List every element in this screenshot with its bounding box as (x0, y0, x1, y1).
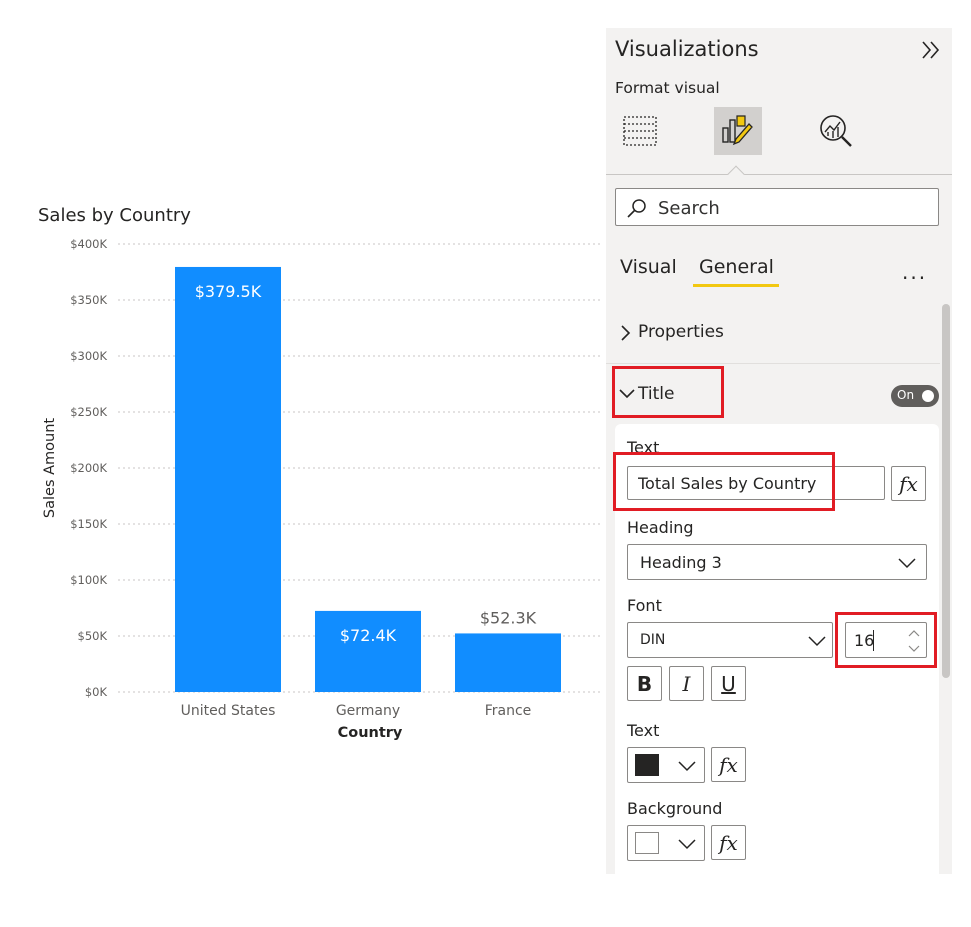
bar[interactable] (455, 633, 561, 692)
chevron-down-icon (678, 839, 696, 850)
toggle-knob (922, 390, 934, 402)
text-color-fx-button[interactable]: fx (711, 747, 746, 782)
font-family-value: DIN (640, 632, 666, 648)
tab-divider (606, 174, 952, 175)
column-chart-visual[interactable]: Sales by Country $0K $50K $100K $150K $200K $… (0, 0, 600, 927)
magnifier-chart-icon (820, 115, 852, 147)
heading-label: Heading (627, 518, 694, 537)
font-label: Font (627, 596, 662, 615)
more-options-button[interactable]: ... (902, 260, 927, 284)
x-axis-title: Country (338, 725, 403, 741)
bold-button[interactable]: B (627, 666, 662, 701)
y-axis-title: Sales Amount (42, 418, 58, 518)
chart-svg: $0K $50K $100K $150K $200K $250K $300K $350K $40… (42, 237, 600, 741)
heading-selected-value: Heading 3 (640, 553, 722, 572)
italic-button[interactable]: I (669, 666, 704, 701)
x-axis-categories: United States Germany France (181, 703, 532, 719)
font-size-highlight (835, 612, 937, 668)
search-box[interactable] (615, 188, 939, 226)
title-toggle[interactable]: On (891, 385, 939, 407)
background-color-fx-button[interactable]: fx (711, 825, 746, 860)
properties-label: Properties (638, 322, 724, 342)
bar[interactable] (315, 610, 421, 692)
y-axis-ticks: $0K $50K $100K $150K $200K $250K $300K $350K $40… (70, 237, 107, 699)
text-color-swatch (635, 754, 659, 776)
pane-title: Visualizations (615, 37, 759, 61)
visualizations-pane: Visualizations Format visual Search Visu… (606, 28, 952, 874)
x-category-label: United States (181, 703, 276, 719)
data-label: $379.5K (195, 282, 262, 301)
build-visual-tab[interactable] (616, 107, 664, 155)
search-icon (627, 199, 646, 218)
paintbrush-chart-icon (722, 115, 753, 146)
y-tick-label: $150K (70, 517, 107, 531)
chevron-down-icon (898, 558, 916, 569)
active-tab-underline (693, 284, 779, 287)
y-tick-label: $200K (70, 461, 107, 475)
analytics-tab[interactable] (812, 107, 860, 155)
chevron-down-icon (678, 761, 696, 772)
section-divider (606, 363, 940, 364)
underline-button[interactable]: U (711, 666, 746, 701)
format-visual-label: Format visual (615, 79, 720, 97)
data-label: $52.3K (480, 608, 537, 627)
bar[interactable] (175, 266, 281, 692)
data-label: $72.4K (340, 626, 397, 645)
scrollbar[interactable] (942, 304, 950, 678)
text-color-label: Text (627, 721, 660, 740)
y-tick-label: $400K (70, 237, 107, 251)
x-category-label: France (485, 703, 532, 719)
properties-section-header[interactable]: Properties (606, 314, 940, 354)
x-category-label: Germany (336, 703, 400, 719)
font-family-dropdown[interactable]: DIN (627, 622, 833, 658)
text-color-picker[interactable] (627, 747, 705, 783)
y-tick-label: $0K (85, 685, 108, 699)
fields-grid-icon (623, 116, 657, 146)
search-input[interactable] (658, 197, 918, 219)
bars: $379.5K $72.4K $52.3K (175, 266, 561, 692)
background-color-picker[interactable] (627, 825, 705, 861)
y-tick-label: $50K (78, 629, 108, 643)
title-text-fx-button[interactable]: fx (891, 466, 926, 501)
title-text-highlight (613, 452, 835, 511)
y-tick-label: $300K (70, 349, 107, 363)
y-tick-label: $250K (70, 405, 107, 419)
background-color-swatch (635, 832, 659, 854)
heading-dropdown[interactable]: Heading 3 (627, 544, 927, 580)
title-section-highlight (612, 366, 724, 418)
double-chevron-right-icon (922, 41, 940, 59)
tab-visual[interactable]: Visual (620, 256, 677, 278)
chevron-down-icon (808, 636, 826, 647)
format-visual-tab[interactable] (714, 107, 762, 155)
tab-general[interactable]: General (699, 256, 774, 278)
y-tick-label: $350K (70, 293, 107, 307)
toggle-state-label: On (897, 388, 915, 402)
background-color-label: Background (627, 799, 723, 818)
chevron-right-icon (621, 325, 631, 341)
y-tick-label: $100K (70, 573, 107, 587)
active-tab-indicator (727, 165, 745, 183)
collapse-pane-button[interactable] (919, 38, 943, 62)
